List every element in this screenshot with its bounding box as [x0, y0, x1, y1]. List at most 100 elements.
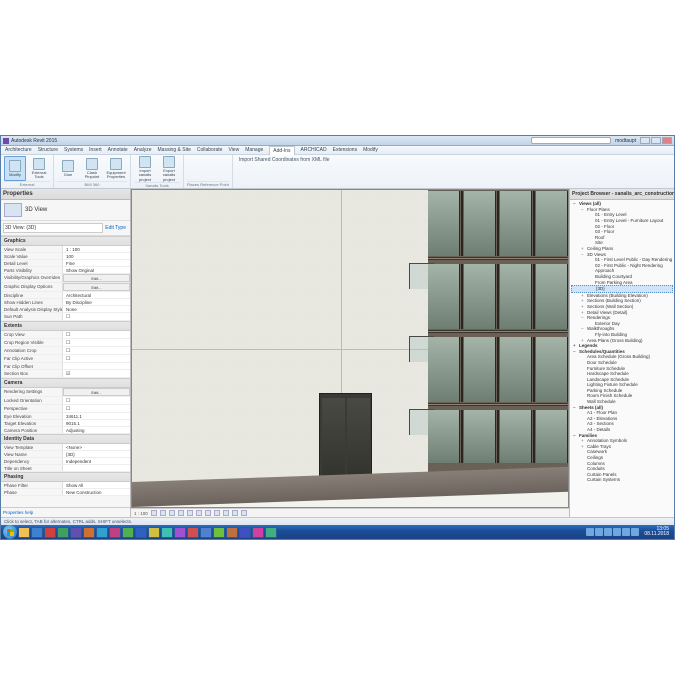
rendering-icon[interactable] — [187, 510, 193, 516]
taskbar-app-button[interactable] — [265, 527, 277, 538]
taskbar-app-button[interactable] — [213, 527, 225, 538]
sun-path-icon[interactable] — [169, 510, 175, 516]
taskbar-app-button[interactable] — [200, 527, 212, 538]
minimize-button[interactable] — [640, 137, 650, 144]
property-value[interactable] — [63, 370, 130, 377]
property-section-header[interactable]: Extents — [1, 321, 130, 331]
property-section-header[interactable]: Graphics — [1, 236, 130, 246]
taskbar-app-button[interactable] — [135, 527, 147, 538]
close-button[interactable] — [662, 137, 672, 144]
tab-structure[interactable]: Structure — [38, 147, 58, 153]
property-value[interactable] — [63, 405, 130, 412]
tab-insert[interactable]: Insert — [89, 147, 102, 153]
tab-manage[interactable]: Manage — [245, 147, 263, 153]
taskbar-app-button[interactable] — [226, 527, 238, 538]
property-section-header[interactable]: Camera — [1, 378, 130, 388]
ribbon-button[interactable]: Modify — [4, 156, 26, 181]
ribbon-button[interactable]: Export xanalis project — [158, 156, 180, 182]
taskbar-app-button[interactable] — [31, 527, 43, 538]
property-value[interactable]: 1 : 100 — [63, 246, 130, 252]
tree-item[interactable]: {3D} — [571, 285, 673, 293]
property-value[interactable] — [63, 331, 130, 338]
tab-add-ins[interactable]: Add-Ins — [269, 146, 294, 155]
taskbar-app-button[interactable] — [122, 527, 134, 538]
property-value[interactable]: Independent — [63, 458, 130, 464]
visual-style-icon[interactable] — [160, 510, 166, 516]
property-value[interactable]: Edit... — [63, 274, 130, 282]
view-scale[interactable]: 1 : 100 — [134, 511, 148, 516]
ribbon-button[interactable]: Glue — [57, 156, 79, 181]
property-value[interactable]: {3D} — [63, 451, 130, 457]
taskbar-app-button[interactable] — [239, 527, 251, 538]
property-value[interactable] — [63, 465, 130, 471]
reveal-hidden-icon[interactable] — [232, 510, 238, 516]
taskbar-app-button[interactable] — [161, 527, 173, 538]
property-value[interactable]: By Discipline — [63, 299, 130, 305]
taskbar-app-button[interactable] — [148, 527, 160, 538]
tray-icon[interactable] — [586, 528, 594, 536]
type-selector[interactable]: 3D View — [1, 200, 130, 221]
maximize-button[interactable] — [651, 137, 661, 144]
tab-annotate[interactable]: Annotate — [108, 147, 128, 153]
tab-collaborate[interactable]: Collaborate — [197, 147, 223, 153]
property-value[interactable]: Architectural — [63, 292, 130, 298]
property-value[interactable]: <None> — [63, 444, 130, 450]
tab-view[interactable]: View — [228, 147, 239, 153]
property-value[interactable]: 100 — [63, 253, 130, 259]
taskbar-app-button[interactable] — [57, 527, 69, 538]
tray-icon[interactable] — [631, 528, 639, 536]
ribbon-button[interactable]: Clash Pinpoint — [81, 156, 103, 181]
property-value[interactable]: New Construction — [63, 489, 130, 495]
tab-architecture[interactable]: Architecture — [5, 147, 32, 153]
property-value[interactable]: Adjusting — [63, 427, 130, 433]
tab-modify[interactable]: Modify — [363, 147, 378, 153]
detail-level-icon[interactable] — [151, 510, 157, 516]
property-section-header[interactable]: Identity Data — [1, 434, 130, 444]
tree-item[interactable]: Curtain Systems — [571, 477, 673, 483]
start-button[interactable] — [3, 525, 17, 539]
property-value[interactable]: Edit... — [63, 283, 130, 291]
taskbar-app-button[interactable] — [174, 527, 186, 538]
property-value[interactable] — [63, 339, 130, 346]
ribbon-button[interactable]: Equipment Properties — [105, 156, 127, 181]
tray-icon[interactable] — [595, 528, 603, 536]
tab-massing-site[interactable]: Massing & Site — [158, 147, 191, 153]
property-value[interactable]: Show Original — [63, 267, 130, 273]
taskbar-app-button[interactable] — [252, 527, 264, 538]
property-value[interactable]: 34611.1 — [63, 413, 130, 419]
property-value[interactable] — [63, 397, 130, 404]
help-search-input[interactable] — [531, 137, 611, 144]
tab-extensions[interactable]: Extensions — [333, 147, 357, 153]
property-value[interactable] — [63, 347, 130, 354]
taskbar-app-button[interactable] — [109, 527, 121, 538]
property-value[interactable]: Edit... — [63, 388, 130, 396]
property-value[interactable]: Fine — [63, 260, 130, 266]
temporary-hide-icon[interactable] — [223, 510, 229, 516]
crop-region-icon[interactable] — [205, 510, 211, 516]
property-value[interactable] — [63, 363, 130, 369]
instance-selector[interactable]: 3D View: {3D} — [3, 223, 103, 233]
taskbar-app-button[interactable] — [44, 527, 56, 538]
property-value[interactable] — [63, 313, 130, 320]
tab-archicad[interactable]: ARCHICAD — [301, 147, 327, 153]
shadows-icon[interactable] — [178, 510, 184, 516]
tray-icon[interactable] — [622, 528, 630, 536]
ribbon-button[interactable]: External Tools — [28, 156, 50, 181]
property-value[interactable]: None — [63, 306, 130, 312]
tab-analyze[interactable]: Analyze — [134, 147, 152, 153]
taskbar-app-button[interactable] — [187, 527, 199, 538]
crop-view-icon[interactable] — [196, 510, 202, 516]
worksharing-icon[interactable] — [241, 510, 247, 516]
property-section-header[interactable]: Phasing — [1, 472, 130, 482]
tab-systems[interactable]: Systems — [64, 147, 83, 153]
property-value[interactable]: 9015.1 — [63, 420, 130, 426]
ribbon-button[interactable]: Import xanalis project — [134, 156, 156, 182]
tray-icon[interactable] — [613, 528, 621, 536]
edit-type-button[interactable]: Edit Type — [103, 225, 128, 231]
taskbar-app-button[interactable] — [83, 527, 95, 538]
taskbar-app-button[interactable] — [70, 527, 82, 538]
unhide-icon[interactable] — [214, 510, 220, 516]
taskbar-app-button[interactable] — [18, 527, 30, 538]
property-value[interactable] — [63, 355, 130, 362]
property-value[interactable]: Show All — [63, 482, 130, 488]
